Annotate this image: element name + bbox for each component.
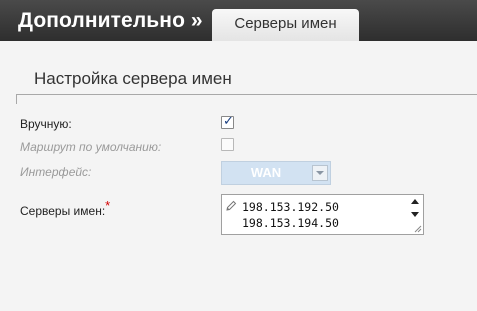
dns-servers-text: 198.153.192.50 198.153.194.50: [242, 199, 339, 231]
manual-label: Вручную:: [20, 117, 72, 131]
resize-handle-icon[interactable]: [412, 223, 422, 233]
check-icon: ✓: [223, 113, 234, 128]
required-mark: *: [105, 198, 111, 213]
section-divider-corner: [16, 94, 17, 104]
manual-checkbox[interactable]: ✓: [221, 113, 234, 129]
tab-name-servers[interactable]: Серверы имен: [212, 9, 359, 41]
dns-server-line: 198.153.192.50: [242, 200, 339, 214]
dns-server-line: 198.153.194.50: [242, 216, 339, 230]
interface-select-value: WAN: [250, 165, 282, 180]
scroll-up-icon[interactable]: [411, 199, 419, 204]
interface-select[interactable]: WAN: [221, 161, 331, 185]
default-route-checkbox[interactable]: [221, 138, 234, 151]
page-title[interactable]: Дополнительно »: [18, 9, 203, 33]
pencil-icon: [226, 200, 237, 211]
scroll-down-icon[interactable]: [411, 212, 419, 217]
dns-servers-label: Серверы имен:*: [20, 198, 110, 218]
chevron-down-icon[interactable]: [312, 165, 328, 181]
section-title: Настройка сервера имен: [34, 69, 232, 88]
default-route-label: Маршрут по умолчанию:: [20, 140, 162, 154]
main-content: Настройка сервера имен Вручную: ✓ Маршру…: [0, 41, 477, 311]
interface-label: Интерфейс:: [20, 165, 92, 179]
dns-servers-label-text: Серверы имен:: [20, 204, 106, 218]
dns-servers-textarea[interactable]: 198.153.192.50 198.153.194.50: [221, 194, 424, 235]
top-header: Дополнительно » Серверы имен: [0, 0, 477, 41]
section-divider: [16, 94, 477, 95]
